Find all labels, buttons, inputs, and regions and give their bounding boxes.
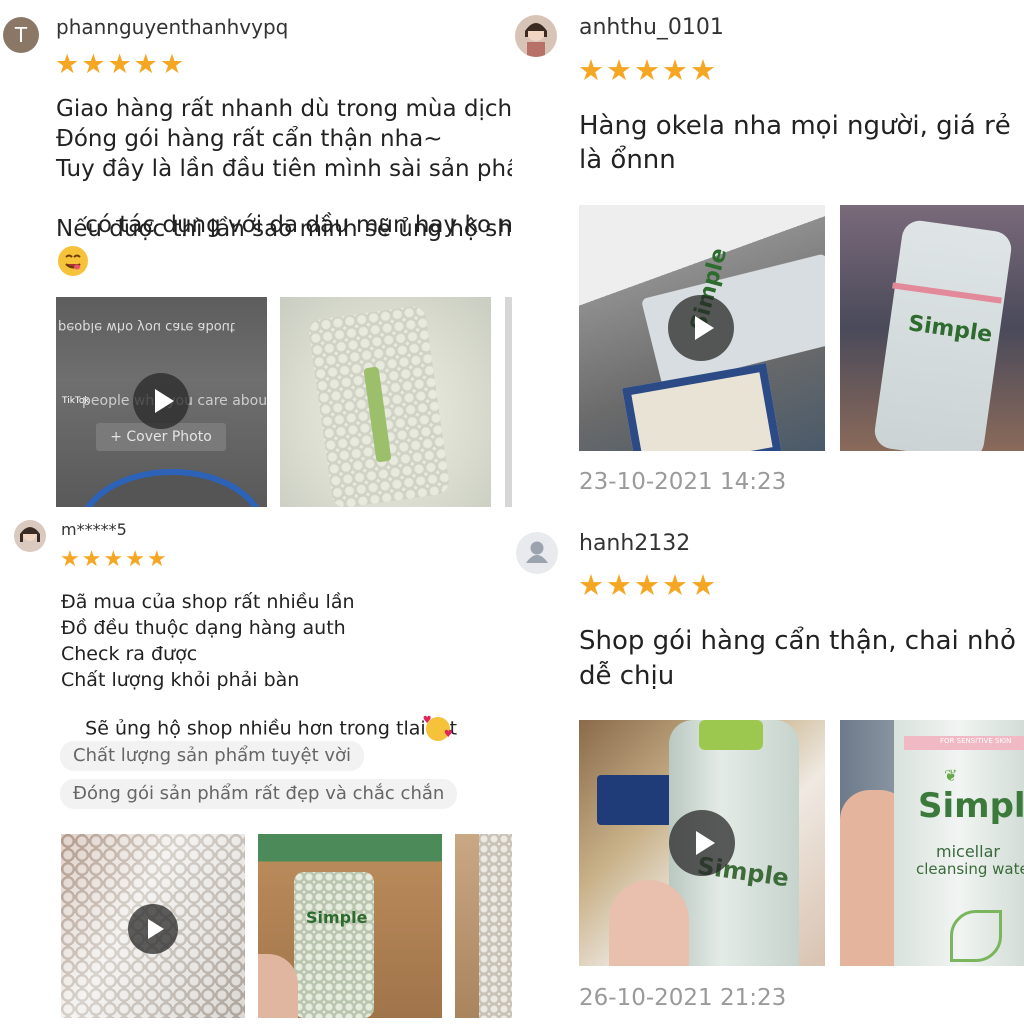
review-date: 23-10-2021 14:23 [579,469,787,495]
review-text-line: Hàng okela nha mọi người, giá rẻ [579,111,1011,141]
star-icon: ★ [634,568,660,602]
review-tag[interactable]: Chất lượng sản phẩm tuyệt vời [60,741,365,771]
rating-stars: ★ ★ ★ ★ ★ [60,549,167,571]
star-icon: ★ [662,53,688,87]
mirrored-caption: people who you care about [58,319,235,334]
review-text-line: dễ chịu [579,661,675,691]
username: m*****5 [61,520,127,539]
hand [609,880,689,966]
star-icon: ★ [662,568,688,602]
blue-box [597,775,672,825]
star-icon: ★ [606,568,632,602]
play-icon[interactable] [133,373,189,429]
star-icon: ★ [81,547,102,572]
rating-stars: ★ ★ ★ ★ ★ [578,571,716,600]
review-text-line: Đã mua của shop rất nhiều lần [61,591,355,613]
review-text-line: Giao hàng rất nhanh dù trong mùa dịch [56,96,512,122]
play-icon[interactable] [668,295,734,361]
review-text-line: Đóng gói hàng rất cẩn thận nha~ [56,126,443,152]
product-in-wrap [294,872,374,1018]
review-photo[interactable]: Simple [840,205,1024,451]
review-card-anhthu-0101: anhthu_0101 ★ ★ ★ ★ ★ Hàng okela nha mọi… [512,0,1024,512]
bottle-leaf-graphic [950,910,1002,962]
review-text-line: Nếu được thì lần sao mình sẽ ủng hộ sho [56,216,512,242]
username: anhthu_0101 [579,15,724,40]
review-date: 26-10-2021 21:23 [579,985,787,1011]
bottle-brand: Simple [918,786,1024,826]
star-icon: ★ [690,568,716,602]
star-icon: ★ [146,547,167,572]
review-photo[interactable]: Simple [258,834,442,1018]
bubble-wrap [479,834,512,1018]
review-text-line: Shop gói hàng cẩn thận, chai nhỏ [579,626,1016,656]
review-card-m-5: m*****5 ★ ★ ★ ★ ★ Đã mua của shop rất nh… [0,512,512,1024]
review-card-hanh2132: hanh2132 ★ ★ ★ ★ ★ Shop gói hàng cẩn thậ… [512,512,1024,1024]
user-silhouette-icon [516,532,558,574]
star-icon: ★ [578,568,604,602]
review-video-thumbnail[interactable]: Simple [579,720,825,966]
review-tag[interactable]: Đóng gói sản phẩm rất đẹp và chắc chắn [60,779,458,809]
review-photo[interactable] [455,834,512,1018]
review-text: Sẽ ủng hộ shop nhiều hơn trong tlai [85,717,426,740]
review-text-line: Đồ đều thuộc dạng hàng auth [61,617,346,639]
play-icon[interactable] [669,810,735,876]
star-icon: ★ [103,547,124,572]
star-icon: ★ [578,53,604,87]
review-text-line: là ổnnn [579,145,676,175]
username: phannguyenthanhvypq [56,15,289,39]
bottle-small-text: FOR SENSITIVE SKIN [940,737,1012,745]
review-photo[interactable] [280,297,491,507]
review-video-thumbnail[interactable]: Simple [579,205,825,451]
review-card-phannguyenthanhvypq: T phannguyenthanhvypq ★ ★ ★ ★ ★ Giao hàn… [0,0,512,512]
yum-emoji-icon [58,246,88,276]
avatar: T [3,17,39,53]
review-video-thumbnail[interactable]: people who you care about TikTok people … [56,297,267,507]
hearts-face-emoji-icon: ♥ ♥ [422,715,453,741]
star-icon: ★ [55,49,80,80]
star-icon: ★ [133,49,158,80]
bottle-line1: micellar [936,842,1000,861]
star-icon: ★ [107,49,132,80]
avatar [515,15,557,57]
review-text-line: Check ra được [61,643,198,665]
hand [258,954,298,1018]
round-frame [78,469,266,507]
bottle-line2: cleansing water [916,860,1024,878]
review-text-line: Tuy đây là lần đầu tiên mình sài sản phẩ [56,156,512,182]
play-icon[interactable] [128,904,178,954]
star-icon: ★ [690,53,716,87]
star-icon: ★ [606,53,632,87]
bottle-brand: Simple [306,908,368,927]
rating-stars: ★ ★ ★ ★ ★ [55,51,184,78]
star-icon: ★ [60,547,80,572]
username: hanh2132 [579,531,691,556]
star-icon: ★ [125,547,145,572]
star-icon: ★ [159,49,185,80]
avatar [14,520,46,552]
review-video-thumbnail[interactable] [61,834,245,1018]
product-box [622,363,782,451]
rating-stars: ★ ★ ★ ★ ★ [578,56,716,85]
leaf-icon: ❦ [944,766,958,785]
star-icon: ★ [81,49,106,80]
star-icon: ★ [634,53,660,87]
review-text-line: Chất lượng khỏi phải bàn [61,669,300,691]
review-photo[interactable] [505,297,512,507]
review-photo[interactable]: FOR SENSITIVE SKIN ❦ Simple micellar cle… [840,720,1024,966]
bottle-cap [699,720,763,750]
